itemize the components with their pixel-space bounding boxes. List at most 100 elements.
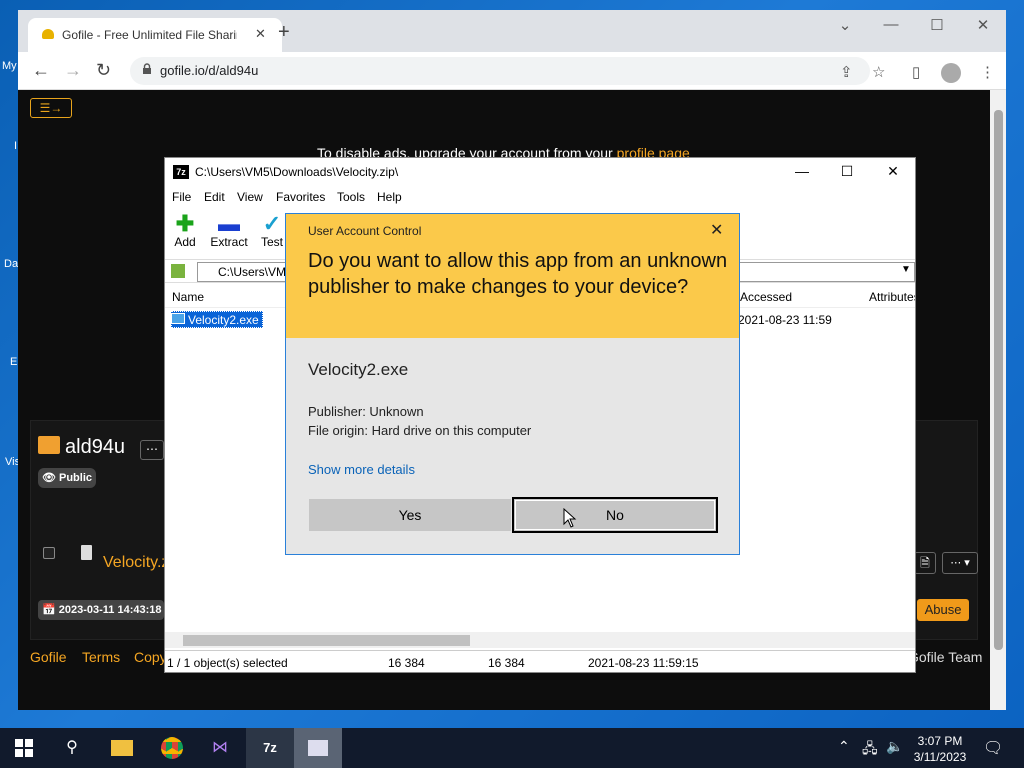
- volume-icon[interactable]: 🔈: [886, 738, 903, 755]
- gofile-favicon-icon: [42, 29, 54, 39]
- add-label: Add: [174, 235, 196, 249]
- tab-title: Gofile - Free Unlimited File Sharing: [62, 28, 237, 42]
- network-icon[interactable]: 🖧: [862, 738, 878, 762]
- add-icon: ✚: [175, 211, 195, 236]
- file-actions-button[interactable]: ⋯ ▾: [942, 552, 978, 574]
- desktop-label-i: I: [14, 140, 18, 152]
- sevenzip-hscroll-thumb[interactable]: [183, 635, 470, 646]
- profile-avatar[interactable]: [941, 63, 961, 83]
- status-selected: 1 / 1 object(s) selected: [167, 656, 288, 670]
- start-windows-icon[interactable]: [0, 728, 48, 768]
- show-more-details-link[interactable]: Show more details: [308, 462, 415, 477]
- file-explorer-icon[interactable]: [98, 728, 146, 768]
- browser-toolbar: ← → ↻ gofile.io/d/ald94u ⇪ ☆ ▯ ⋮: [18, 52, 1006, 90]
- desktop-label-da: Da: [4, 258, 19, 270]
- uac-question: Do you want to allow this app from an un…: [308, 250, 728, 298]
- address-bar[interactable]: gofile.io/d/ald94u: [130, 57, 870, 85]
- tray-chevron-icon[interactable]: ⌃: [838, 738, 850, 755]
- search-icon[interactable]: ⚲: [48, 728, 96, 768]
- browser-tab[interactable]: Gofile - Free Unlimited File Sharing ✕: [28, 18, 282, 52]
- desktop-label-e: E: [10, 356, 18, 368]
- footer-terms-link[interactable]: Terms: [82, 649, 120, 665]
- public-badge: 👁 Public: [38, 468, 96, 488]
- column-attributes[interactable]: Attributes: [869, 290, 915, 304]
- status-size: 16 384: [388, 656, 425, 670]
- status-packed: 16 384: [488, 656, 525, 670]
- menu-tools[interactable]: Tools: [337, 190, 365, 204]
- close-window-button[interactable]: ✕: [963, 16, 1003, 34]
- folder-name: ald94u: [65, 436, 126, 458]
- sevenzip-taskbar-icon[interactable]: 7z: [246, 728, 294, 768]
- new-tab-button[interactable]: +: [278, 22, 290, 42]
- sevenzip-app-icon: 7z: [173, 165, 189, 179]
- minimize-button[interactable]: —: [871, 16, 911, 33]
- uac-publisher: Publisher: Unknown: [308, 404, 424, 419]
- sevenzip-close-button[interactable]: ✕: [878, 163, 908, 180]
- footer-gofile-link[interactable]: Gofile: [30, 649, 67, 665]
- visual-studio-icon[interactable]: ⋈: [196, 728, 244, 768]
- clock-time: 3:07 PM: [917, 734, 963, 748]
- exe-file-icon: [171, 313, 185, 324]
- side-panel-icon[interactable]: ▯: [912, 63, 920, 81]
- notifications-icon[interactable]: 🗨: [983, 738, 1003, 758]
- footer-copyright-link[interactable]: Copyright: [134, 649, 164, 665]
- file-row-name[interactable]: Velocity2.exe: [188, 313, 259, 327]
- path-dropdown-icon[interactable]: ▼: [901, 264, 911, 275]
- clock-date: 3/11/2023: [913, 750, 967, 764]
- folder-icon: [38, 436, 60, 454]
- maximize-button[interactable]: ☐: [917, 16, 957, 34]
- sevenzip-titlebar: 7z C:\Users\VM5\Downloads\Velocity.zip\ …: [165, 158, 915, 186]
- tab-search-button[interactable]: ⌄: [825, 16, 865, 34]
- menu-edit[interactable]: Edit: [204, 190, 225, 204]
- taskbar-clock[interactable]: 3:07 PM 3/11/2023: [912, 733, 968, 765]
- uac-app-name: Velocity2.exe: [308, 360, 409, 379]
- abuse-button[interactable]: Abuse: [917, 599, 969, 621]
- tab-close-icon[interactable]: ✕: [255, 26, 266, 42]
- uac-dialog: User Account Control ✕ Do you want to al…: [285, 213, 740, 555]
- page-scroll-thumb[interactable]: [994, 110, 1003, 650]
- folder-menu-button[interactable]: ⋯: [140, 440, 164, 460]
- menu-favorites[interactable]: Favorites: [276, 190, 325, 204]
- add-button[interactable]: ✚ Add: [160, 211, 210, 250]
- sevenzip-statusbar: 1 / 1 object(s) selected 16 384 16 384 2…: [165, 650, 915, 672]
- column-accessed[interactable]: Accessed: [740, 290, 792, 304]
- lock-icon: [143, 63, 151, 74]
- chrome-icon[interactable]: [148, 728, 196, 768]
- sidebar-toggle-button[interactable]: ☰→: [30, 98, 72, 118]
- uac-file-origin: File origin: Hard drive on this computer: [308, 423, 532, 438]
- uac-header: User Account Control ✕ Do you want to al…: [286, 214, 739, 338]
- bookmark-star-icon[interactable]: ☆: [872, 63, 885, 81]
- column-name[interactable]: Name: [172, 290, 204, 304]
- menu-kebab-icon[interactable]: ⋮: [980, 63, 995, 81]
- taskbar: ⚲ ⋈ 7z ⌃ 🖧 🔈 3:07 PM 3/11/2023 🗨: [0, 728, 1024, 768]
- folder-up-icon[interactable]: [171, 264, 185, 278]
- footer-team-text: Gofile Team: [908, 649, 983, 665]
- uac-close-icon[interactable]: ✕: [710, 220, 723, 240]
- file-row-accessed: 2021-08-23 11:59: [738, 313, 832, 327]
- uac-taskbar-icon[interactable]: [294, 728, 342, 768]
- uac-yes-button[interactable]: Yes: [309, 499, 511, 531]
- menu-help[interactable]: Help: [377, 190, 402, 204]
- upload-date-badge: 📅 2023-03-11 14:43:18: [38, 600, 164, 620]
- sevenzip-menubar: File Edit View Favorites Tools Help: [165, 187, 915, 207]
- reload-icon[interactable]: ↻: [96, 61, 111, 79]
- menu-file[interactable]: File: [172, 190, 191, 204]
- sevenzip-maximize-button[interactable]: ☐: [832, 163, 862, 180]
- sevenzip-title: C:\Users\VM5\Downloads\Velocity.zip\: [195, 165, 399, 179]
- forward-icon[interactable]: →: [64, 61, 82, 79]
- status-modified: 2021-08-23 11:59:15: [588, 656, 699, 670]
- url-text: gofile.io/d/ald94u: [160, 63, 259, 78]
- sevenzip-hscrollbar[interactable]: [165, 632, 915, 648]
- menu-view[interactable]: View: [237, 190, 263, 204]
- mouse-cursor-icon: [563, 508, 577, 528]
- desktop-label-my: My: [2, 60, 17, 72]
- tab-strip: Gofile - Free Unlimited File Sharing ✕ +…: [18, 10, 1006, 52]
- uac-no-button[interactable]: No: [512, 497, 718, 533]
- file-info-icon[interactable]: 🗎: [914, 552, 936, 574]
- share-icon[interactable]: ⇪: [840, 63, 853, 81]
- uac-caption: User Account Control: [308, 224, 422, 238]
- sevenzip-minimize-button[interactable]: —: [787, 163, 817, 179]
- back-icon[interactable]: ←: [32, 61, 50, 79]
- file-icon: [81, 545, 92, 560]
- file-checkbox[interactable]: [43, 547, 55, 559]
